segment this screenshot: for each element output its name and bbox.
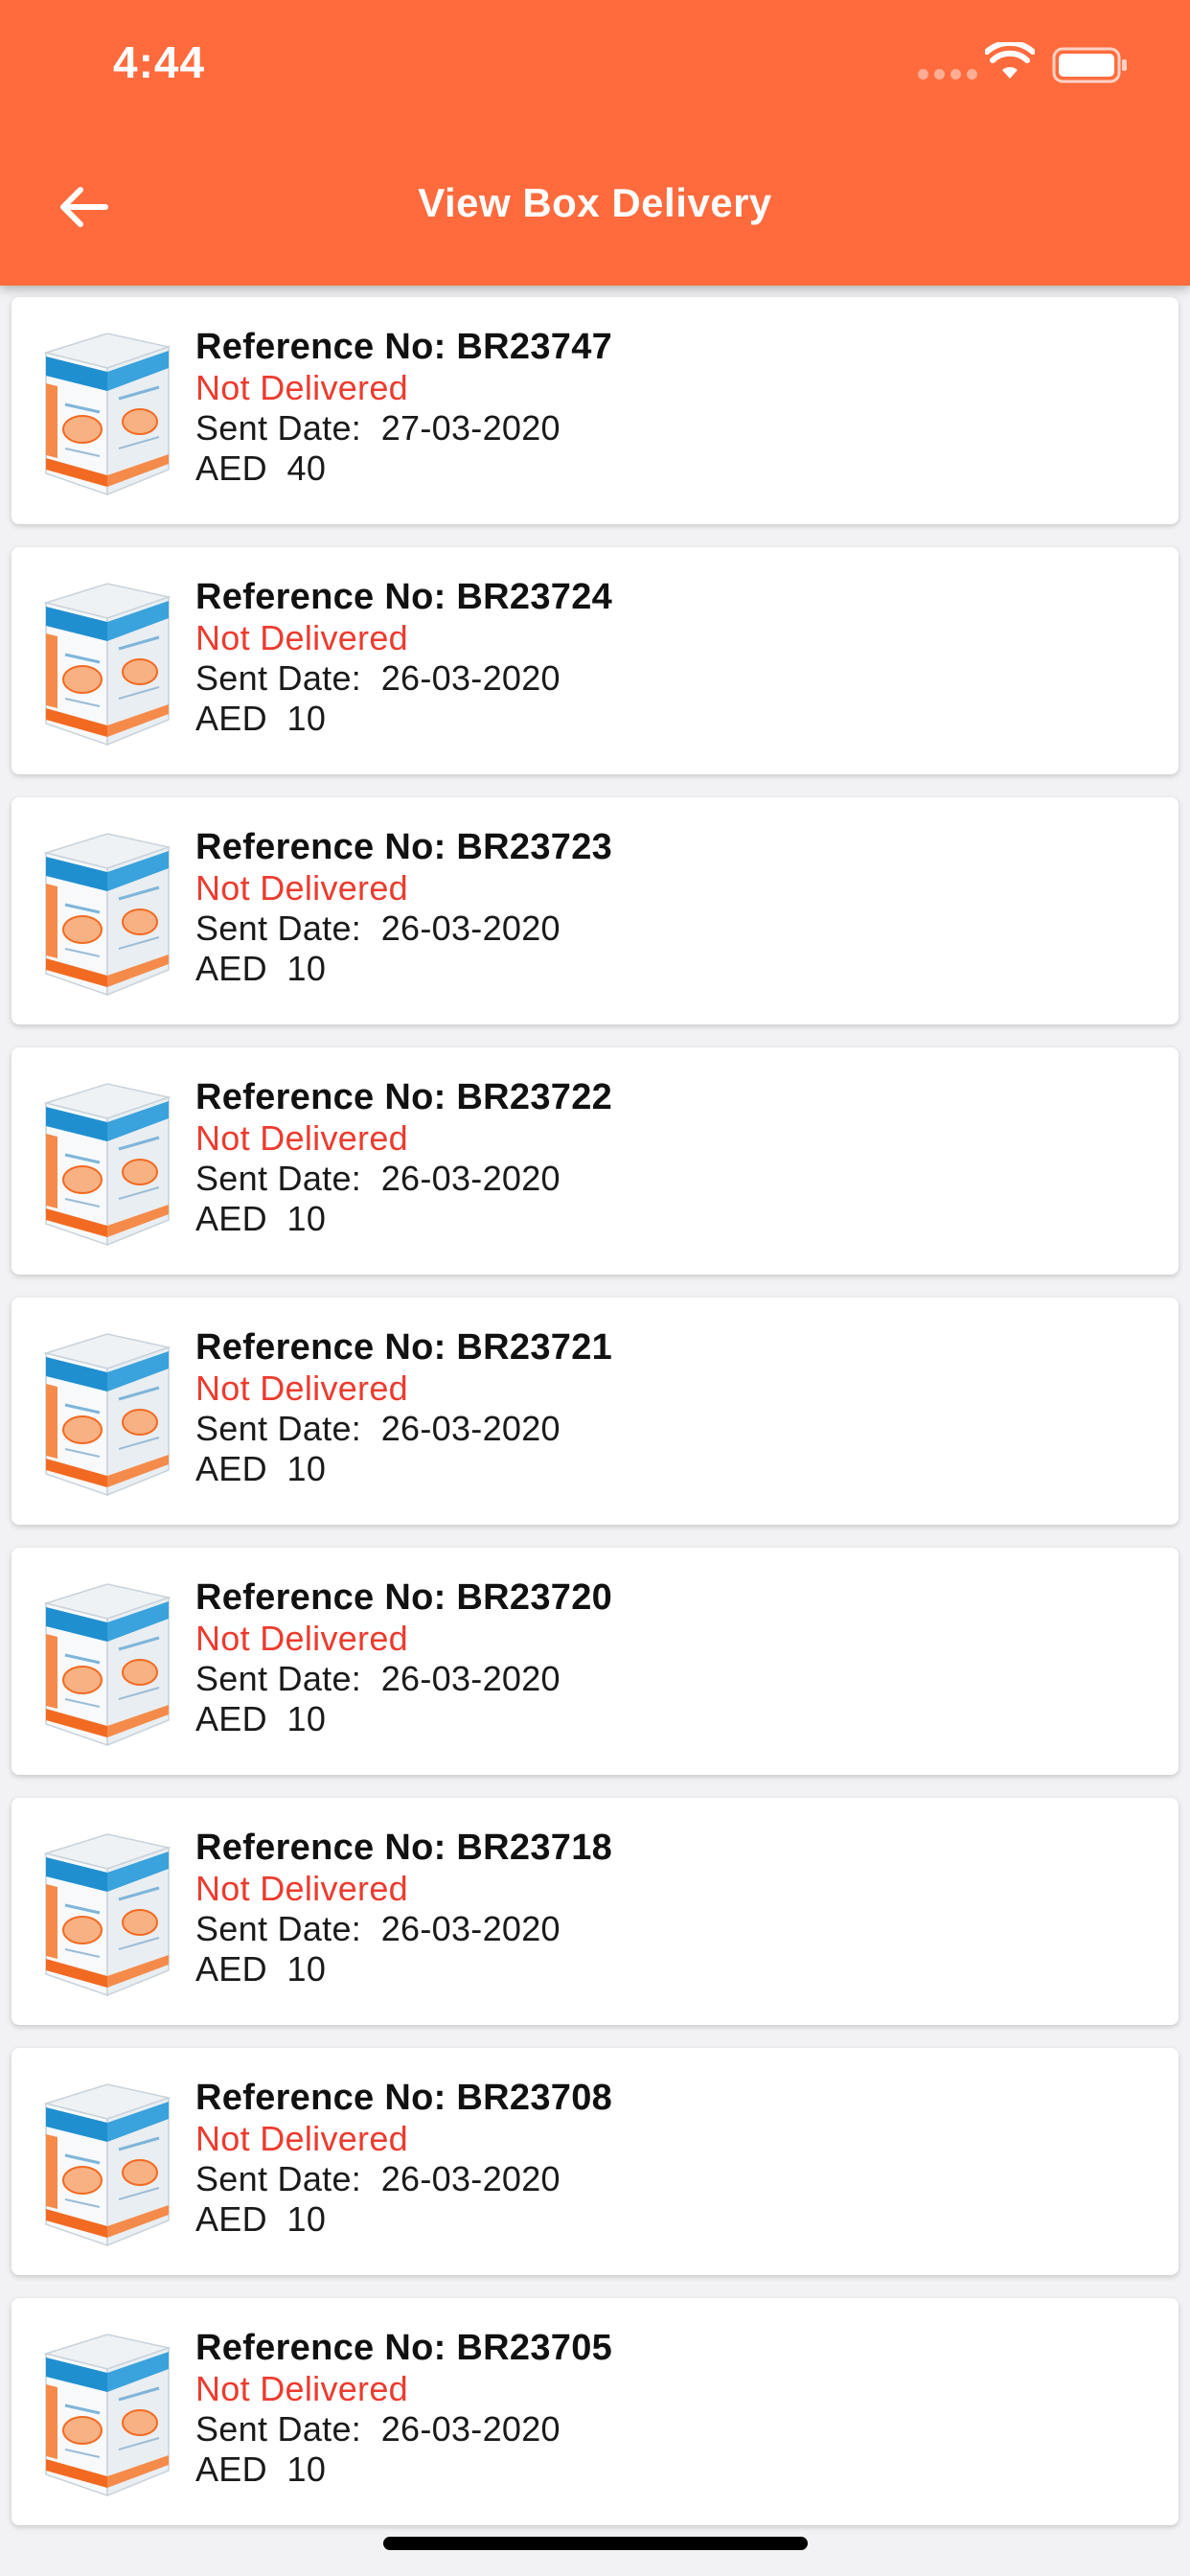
sent-date: Sent Date: 26-03-2020 <box>195 2409 561 2449</box>
sent-date: Sent Date: 26-03-2020 <box>195 1659 561 1698</box>
amount: AED 10 <box>195 949 327 988</box>
wifi-icon <box>985 42 1035 79</box>
delivery-status: Not Delivered <box>195 2119 408 2158</box>
amount: AED 10 <box>195 1949 327 1989</box>
delivery-card[interactable]: Reference No: BR23718 Not Delivered Sent… <box>11 1798 1179 2025</box>
amount: AED 10 <box>195 2199 327 2239</box>
sent-date: Sent Date: 27-03-2020 <box>195 408 561 448</box>
delivery-status: Not Delivered <box>195 368 408 407</box>
sent-date: Sent Date: 26-03-2020 <box>195 658 561 698</box>
reference-number: Reference No: BR23708 <box>195 2078 613 2118</box>
reference-number: Reference No: BR23747 <box>195 327 613 367</box>
delivery-status: Not Delivered <box>195 618 408 657</box>
box-product-image <box>44 832 171 997</box>
home-indicator <box>383 2537 808 2550</box>
reference-number: Reference No: BR23724 <box>195 577 613 617</box>
box-product-image <box>44 1832 171 1997</box>
status-bar-time: 4:44 <box>113 37 206 87</box>
box-product-image <box>44 1582 171 1747</box>
amount: AED 10 <box>195 2450 327 2489</box>
reference-number: Reference No: BR23705 <box>195 2328 613 2368</box>
page-title: View Box Delivery <box>418 180 772 225</box>
delivery-card[interactable]: Reference No: BR23722 Not Delivered Sent… <box>11 1047 1179 1275</box>
box-product-image <box>44 1332 171 1497</box>
sent-date: Sent Date: 26-03-2020 <box>195 1909 561 1948</box>
delivery-status: Not Delivered <box>195 1118 408 1158</box>
box-product-image <box>44 2333 171 2497</box>
reference-number: Reference No: BR23718 <box>195 1828 613 1868</box>
amount: AED 40 <box>195 448 327 488</box>
amount: AED 10 <box>195 1199 327 1238</box>
reference-number: Reference No: BR23720 <box>195 1577 613 1618</box>
amount: AED 10 <box>195 1449 327 1488</box>
delivery-status: Not Delivered <box>195 868 408 908</box>
sent-date: Sent Date: 26-03-2020 <box>195 1409 561 1448</box>
reference-number: Reference No: BR23721 <box>195 1327 613 1368</box>
delivery-status: Not Delivered <box>195 1368 408 1408</box>
delivery-card[interactable]: Reference No: BR23747 Not Delivered Sent… <box>11 297 1179 524</box>
box-product-image <box>44 582 171 747</box>
delivery-card[interactable]: Reference No: BR23723 Not Delivered Sent… <box>11 797 1179 1024</box>
delivery-card[interactable]: Reference No: BR23708 Not Delivered Sent… <box>11 2048 1179 2275</box>
cellular-signal-icon <box>918 69 977 80</box>
amount: AED 10 <box>195 699 327 738</box>
delivery-status: Not Delivered <box>195 1619 408 1658</box>
delivery-status: Not Delivered <box>195 1869 408 1908</box>
delivery-card[interactable]: Reference No: BR23724 Not Delivered Sent… <box>11 547 1179 774</box>
delivery-card[interactable]: Reference No: BR23720 Not Delivered Sent… <box>11 1548 1179 1775</box>
reference-number: Reference No: BR23722 <box>195 1077 613 1117</box>
box-product-image <box>44 2082 171 2247</box>
app-bar: 4:44 View Box Delivery <box>0 0 1190 286</box>
sent-date: Sent Date: 26-03-2020 <box>195 908 561 948</box>
sent-date: Sent Date: 26-03-2020 <box>195 1159 561 1198</box>
amount: AED 10 <box>195 1699 327 1738</box>
delivery-card[interactable]: Reference No: BR23705 Not Delivered Sent… <box>11 2298 1179 2525</box>
box-product-image <box>44 1082 171 1247</box>
delivery-card[interactable]: Reference No: BR23721 Not Delivered Sent… <box>11 1298 1179 1525</box>
reference-number: Reference No: BR23723 <box>195 827 613 867</box>
delivery-status: Not Delivered <box>195 2369 408 2408</box>
sent-date: Sent Date: 26-03-2020 <box>195 2159 561 2198</box>
battery-icon <box>1052 47 1127 83</box>
box-product-image <box>44 332 171 496</box>
